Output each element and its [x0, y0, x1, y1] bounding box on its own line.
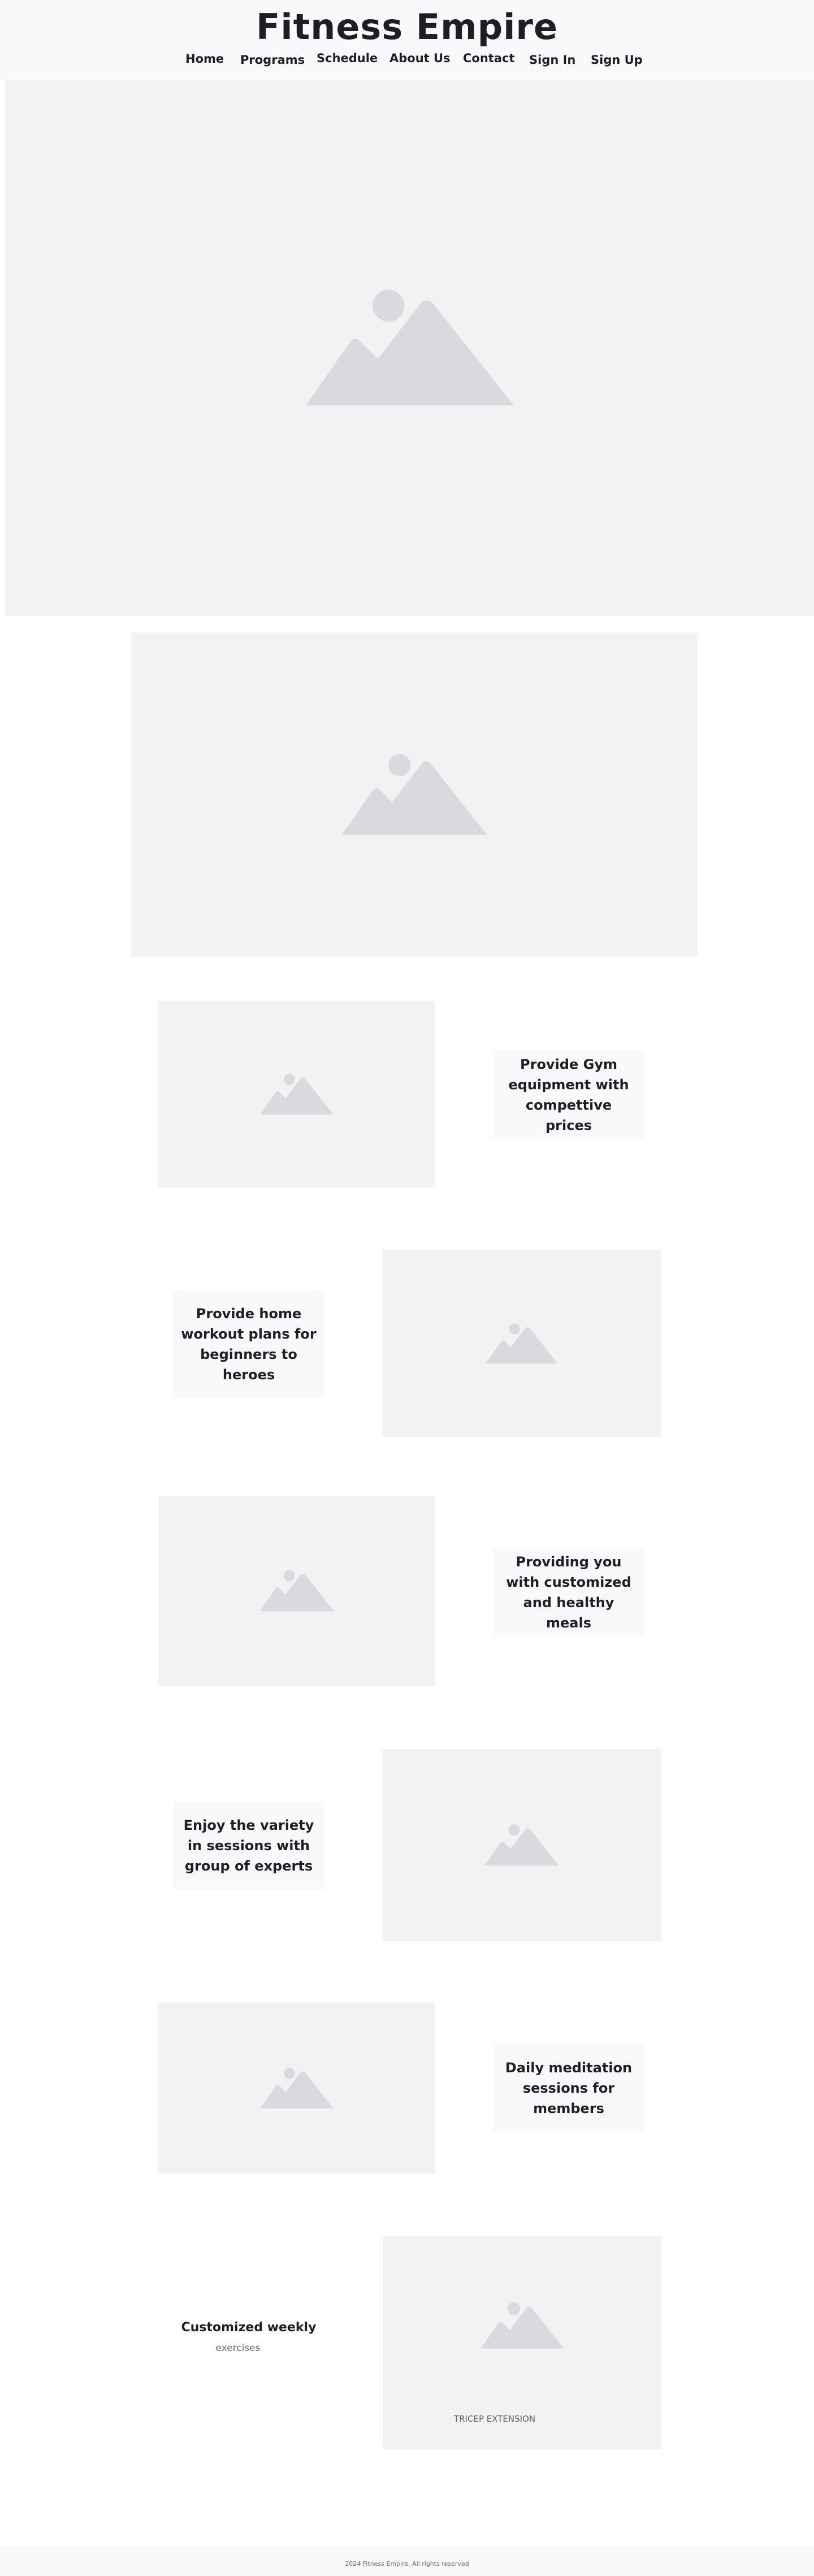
image-placeholder-icon — [484, 1824, 559, 1866]
site-footer: 2024 Fitness Empire. All rights reserved — [0, 2547, 814, 2576]
banner-image — [131, 633, 698, 957]
image-placeholder-icon — [486, 1323, 558, 1363]
feature-card-1: Provide Gym equipment with compettive pr… — [493, 1050, 644, 1139]
image-placeholder-icon — [305, 289, 514, 406]
image-placeholder-icon — [341, 754, 487, 835]
image-placeholder-icon — [259, 1570, 334, 1612]
nav-about-us[interactable]: About Us — [389, 51, 451, 65]
feature-card-3: Providing you with customized and health… — [493, 1548, 644, 1636]
hero-image — [5, 80, 814, 616]
feature-image-2 — [383, 1250, 661, 1437]
feature-image-3 — [158, 1496, 435, 1686]
image-placeholder-icon — [259, 2067, 334, 2109]
nav-programs[interactable]: Programs — [240, 53, 305, 67]
image-placeholder-icon — [480, 2302, 564, 2349]
site-header: Fitness Empire Home Programs Schedule Ab… — [0, 0, 814, 80]
footer-copyright: 2024 Fitness Empire. All rights reserved — [345, 2560, 469, 2568]
weekly-title: Customized weekly — [181, 2320, 317, 2335]
feature-image-4 — [383, 1749, 661, 1941]
feature-card-4: Enjoy the variety in sessions with group… — [173, 1801, 324, 1890]
main-nav: Home Programs Schedule About Us Contact … — [0, 50, 814, 67]
nav-schedule[interactable]: Schedule — [317, 51, 378, 65]
nav-sign-up[interactable]: Sign Up — [591, 53, 643, 67]
exercise-image-label: TRICEP EXTENSION — [454, 2414, 536, 2424]
feature-card-5: Daily meditation sessions for members — [493, 2044, 644, 2132]
brand-title[interactable]: Fitness Empire — [0, 5, 814, 50]
nav-home[interactable]: Home — [185, 52, 224, 66]
feature-card-2: Provide home workout plans for beginners… — [173, 1291, 324, 1398]
weekly-subtitle: exercises — [215, 2343, 261, 2354]
exercise-image: TRICEP EXTENSION — [383, 2236, 661, 2449]
feature-image-5 — [158, 2003, 435, 2174]
nav-contact[interactable]: Contact — [463, 51, 515, 65]
feature-image-1 — [158, 1001, 435, 1188]
nav-sign-in[interactable]: Sign In — [529, 53, 575, 67]
image-placeholder-icon — [259, 1073, 334, 1115]
